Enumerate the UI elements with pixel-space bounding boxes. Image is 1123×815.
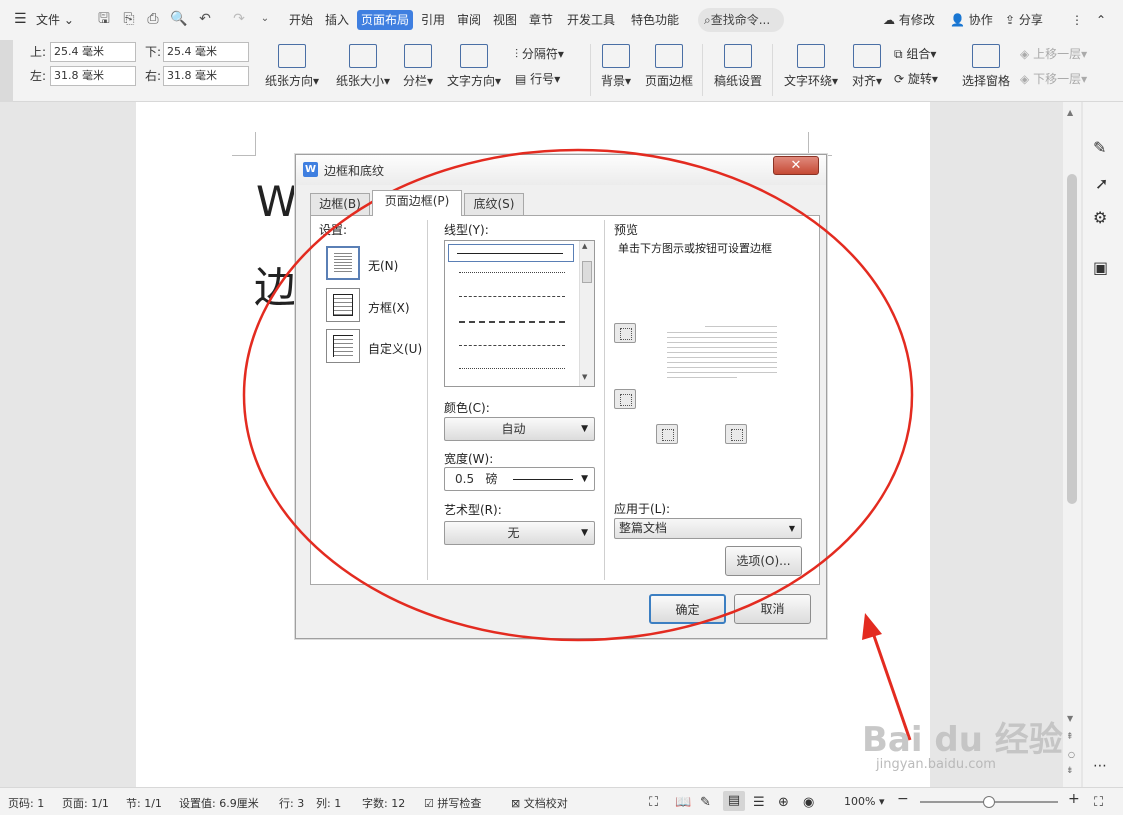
annotation-arrow-head (862, 613, 882, 640)
annotation-ellipse (242, 148, 914, 642)
annotation-overlay (242, 148, 914, 741)
tab-page-border[interactable]: 页面边框(P) (372, 190, 462, 216)
baidu-watermark: Bai du 经验 (862, 720, 1063, 760)
watermark-url: jingyan.baidu.com (876, 757, 996, 772)
